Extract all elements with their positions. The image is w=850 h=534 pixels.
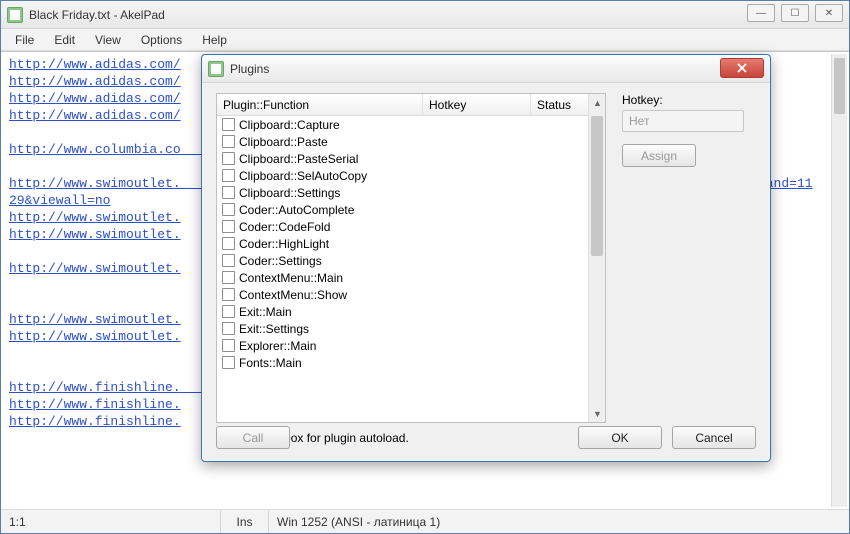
statusbar: 1:1 Ins Win 1252 (ANSI - латиница 1) <box>1 509 849 533</box>
plugin-label: ContextMenu::Show <box>239 288 347 302</box>
plugin-checkbox[interactable] <box>222 135 235 148</box>
plugin-label: Clipboard::Capture <box>239 118 340 132</box>
plugin-list-header: Plugin::Function Hotkey Status <box>217 94 605 116</box>
close-icon <box>737 63 747 73</box>
status-position: 1:1 <box>1 510 221 533</box>
plugin-rows: Clipboard::CaptureClipboard::PasteClipbo… <box>217 116 588 422</box>
plugins-dialog: Plugins Plugin::Function Hotkey Status C… <box>201 54 771 462</box>
status-encoding: Win 1252 (ANSI - латиница 1) <box>269 510 448 533</box>
dialog-body: Plugin::Function Hotkey Status Clipboard… <box>202 83 770 461</box>
dialog-close-button[interactable] <box>720 58 764 78</box>
status-insert-mode: Ins <box>221 510 269 533</box>
hotkey-input[interactable]: Нет <box>622 110 744 132</box>
column-function[interactable]: Plugin::Function <box>217 94 423 115</box>
plugin-checkbox[interactable] <box>222 152 235 165</box>
hotkey-label: Hotkey: <box>622 93 756 107</box>
scroll-up-icon[interactable]: ▲ <box>589 94 606 111</box>
titlebar: Black Friday.txt - AkelPad — ☐ ✕ <box>1 1 849 29</box>
plugin-row[interactable]: ContextMenu::Show <box>217 286 588 303</box>
plugin-label: Clipboard::SelAutoCopy <box>239 169 367 183</box>
menu-view[interactable]: View <box>85 31 131 49</box>
plugin-row[interactable]: ContextMenu::Main <box>217 269 588 286</box>
plugin-list-scrollbar[interactable]: ▲ ▼ <box>588 94 605 422</box>
plugin-checkbox[interactable] <box>222 203 235 216</box>
plugin-checkbox[interactable] <box>222 339 235 352</box>
plugin-row[interactable]: Explorer::Main <box>217 337 588 354</box>
plugin-label: Coder::CodeFold <box>239 220 330 234</box>
plugin-checkbox[interactable] <box>222 322 235 335</box>
maximize-button[interactable]: ☐ <box>781 4 809 22</box>
window-controls: — ☐ ✕ <box>747 4 843 22</box>
vertical-scrollbar[interactable] <box>831 54 847 507</box>
plugin-row[interactable]: Clipboard::Paste <box>217 133 588 150</box>
scroll-down-icon[interactable]: ▼ <box>589 405 606 422</box>
call-button[interactable]: Call <box>216 426 290 449</box>
plugin-checkbox[interactable] <box>222 220 235 233</box>
assign-button[interactable]: Assign <box>622 144 696 167</box>
plugin-checkbox[interactable] <box>222 186 235 199</box>
plugin-row[interactable]: Fonts::Main <box>217 354 588 371</box>
plugin-scroll-thumb[interactable] <box>591 116 603 256</box>
plugin-row[interactable]: Clipboard::PasteSerial <box>217 150 588 167</box>
minimize-button[interactable]: — <box>747 4 775 22</box>
plugin-checkbox[interactable] <box>222 271 235 284</box>
plugin-list: Plugin::Function Hotkey Status Clipboard… <box>216 93 606 423</box>
plugin-row[interactable]: Clipboard::Capture <box>217 116 588 133</box>
plugin-label: Clipboard::Settings <box>239 186 340 200</box>
plugin-label: Clipboard::PasteSerial <box>239 152 358 166</box>
menu-help[interactable]: Help <box>192 31 237 49</box>
dialog-icon <box>208 61 224 77</box>
ok-button[interactable]: OK <box>578 426 662 449</box>
plugin-checkbox[interactable] <box>222 254 235 267</box>
scroll-thumb[interactable] <box>834 58 845 114</box>
menubar: File Edit View Options Help <box>1 29 849 51</box>
dialog-titlebar[interactable]: Plugins <box>202 55 770 83</box>
plugin-label: Fonts::Main <box>239 356 302 370</box>
column-hotkey[interactable]: Hotkey <box>423 94 531 115</box>
close-button[interactable]: ✕ <box>815 4 843 22</box>
plugin-label: Explorer::Main <box>239 339 316 353</box>
plugin-row[interactable]: Clipboard::Settings <box>217 184 588 201</box>
plugin-checkbox[interactable] <box>222 305 235 318</box>
plugin-row[interactable]: Coder::Settings <box>217 252 588 269</box>
menu-options[interactable]: Options <box>131 31 192 49</box>
cancel-button[interactable]: Cancel <box>672 426 756 449</box>
menu-edit[interactable]: Edit <box>44 31 85 49</box>
plugin-row[interactable]: Coder::AutoComplete <box>217 201 588 218</box>
plugin-label: Coder::Settings <box>239 254 322 268</box>
window-title: Black Friday.txt - AkelPad <box>29 8 165 22</box>
plugin-row[interactable]: Coder::CodeFold <box>217 218 588 235</box>
plugin-checkbox[interactable] <box>222 288 235 301</box>
plugin-label: Coder::HighLight <box>239 237 329 251</box>
plugin-row[interactable]: Exit::Settings <box>217 320 588 337</box>
dialog-title: Plugins <box>230 62 269 76</box>
plugin-checkbox[interactable] <box>222 356 235 369</box>
hotkey-panel: Hotkey: Нет Assign <box>622 93 756 167</box>
plugin-checkbox[interactable] <box>222 169 235 182</box>
plugin-row[interactable]: Clipboard::SelAutoCopy <box>217 167 588 184</box>
menu-file[interactable]: File <box>5 31 44 49</box>
plugin-label: Coder::AutoComplete <box>239 203 354 217</box>
plugin-label: Clipboard::Paste <box>239 135 328 149</box>
plugin-label: Exit::Main <box>239 305 292 319</box>
plugin-checkbox[interactable] <box>222 118 235 131</box>
plugin-label: ContextMenu::Main <box>239 271 343 285</box>
plugin-row[interactable]: Exit::Main <box>217 303 588 320</box>
plugin-label: Exit::Settings <box>239 322 309 336</box>
plugin-row[interactable]: Coder::HighLight <box>217 235 588 252</box>
plugin-checkbox[interactable] <box>222 237 235 250</box>
app-icon <box>7 7 23 23</box>
